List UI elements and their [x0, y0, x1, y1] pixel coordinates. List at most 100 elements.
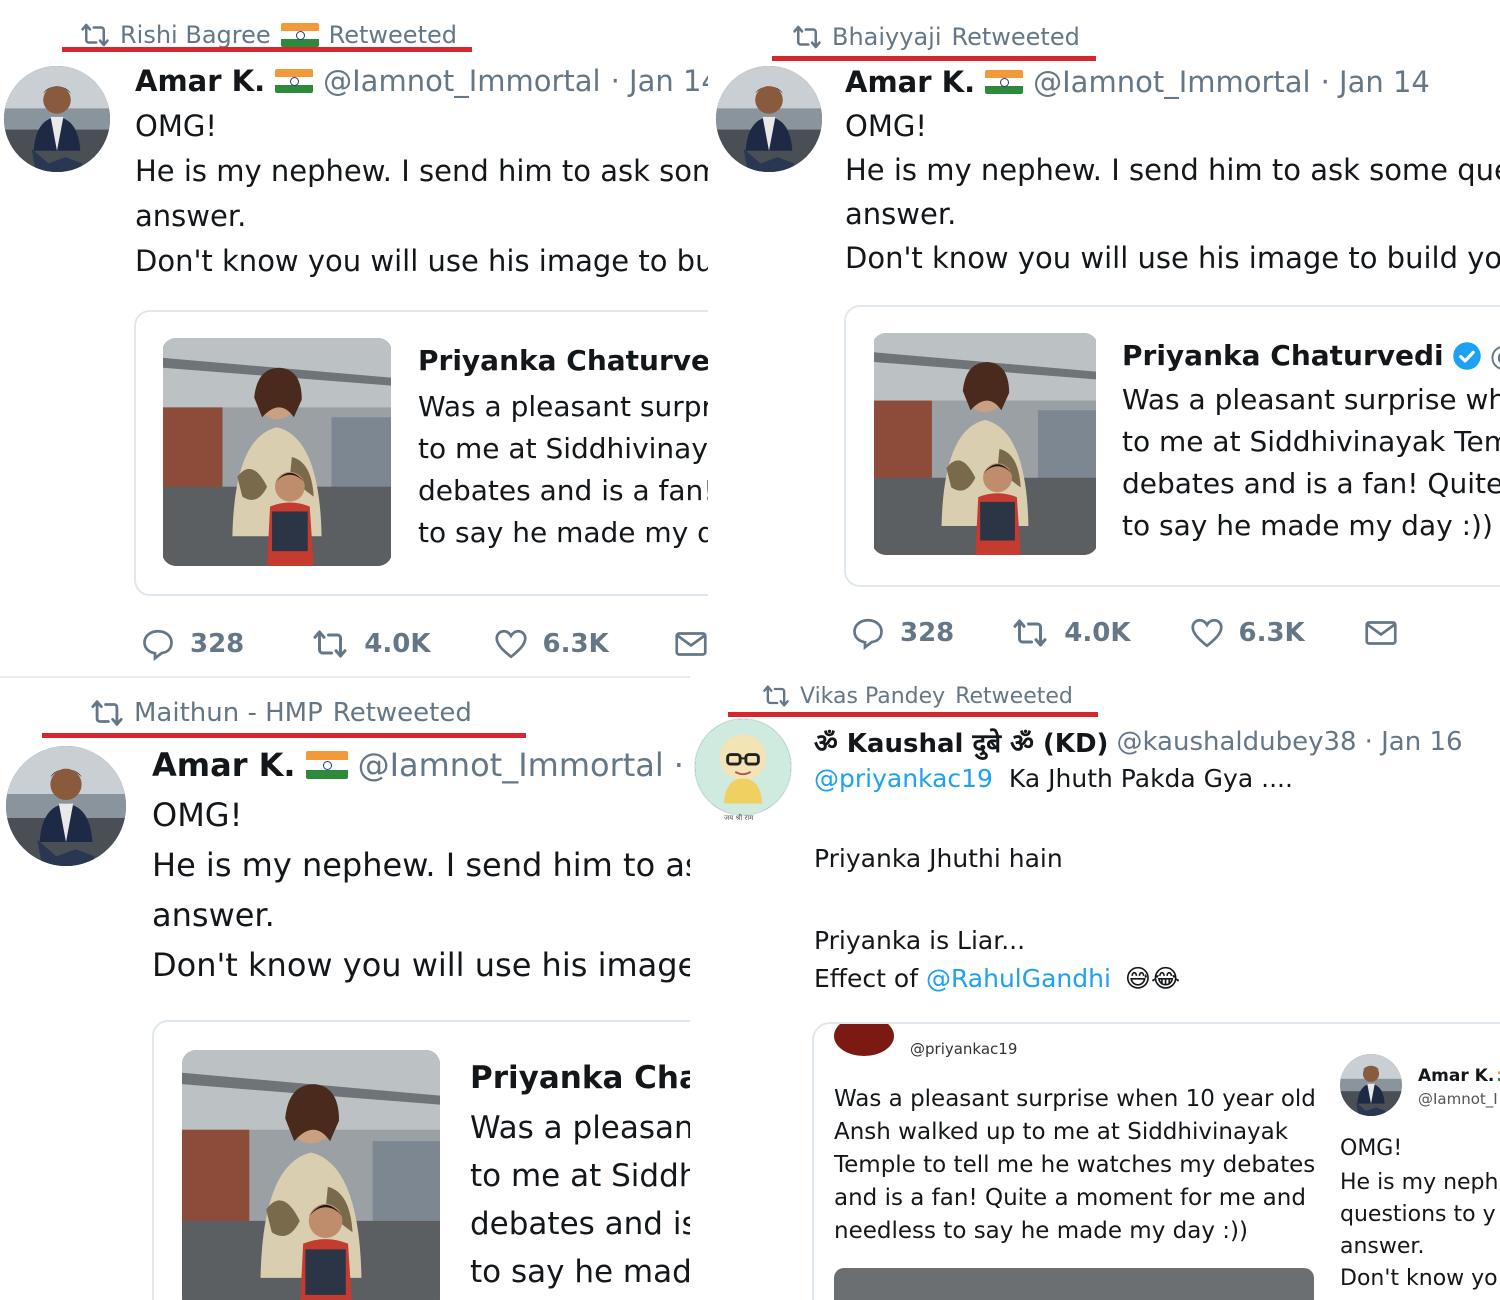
quoted-text-line: Was a pleasant surprise when 10 year old… — [418, 390, 708, 423]
india-flag-icon — [280, 23, 319, 47]
retweet-count: 4.0K — [1064, 618, 1131, 648]
tweet-text-line: answer. — [152, 896, 275, 934]
quoted-text-line: debates and is a fan! Quite a moment for… — [1122, 467, 1500, 500]
quoted-author-name[interactable]: Priyanka Chaturvedi — [1122, 339, 1444, 372]
tweet-date[interactable]: · Jan 14 — [1321, 65, 1430, 99]
embedded-handle: @priyankac19 — [910, 1040, 1018, 1058]
quoted-text-line: to me at Siddhivinayak Temple to tell me… — [418, 432, 708, 465]
avatar[interactable] — [694, 718, 792, 816]
message-icon — [673, 626, 708, 662]
tweet-date[interactable]: · Jan 14 — [611, 64, 708, 98]
divider — [0, 676, 690, 678]
retweet-icon — [310, 626, 350, 662]
author-handle[interactable]: @kaushaldubey38 — [1116, 727, 1356, 757]
tweet-date[interactable]: · J — [674, 746, 690, 784]
tweet-panel-bottom-left: Maithun - HMP Retweeted Amar K. @Iamnot_… — [0, 676, 690, 1300]
tweet-text-line: @priyankac19 Ka Jhuth Pakda Gya .... — [814, 764, 1293, 793]
quoted-tweet-card[interactable]: Priyanka Chaturvedi Was a pleasant surpr… — [134, 310, 708, 596]
message-icon — [1363, 615, 1399, 651]
retweet-context: Bhaiyyaji Retweeted — [792, 22, 1080, 52]
embedded-text-line: and is a fan! Quite a moment for me and — [834, 1185, 1306, 1211]
author-name[interactable]: ॐ Kaushal दुबे ॐ (KD) — [814, 724, 1108, 760]
emoji: 😅😂 — [1124, 964, 1181, 993]
retweet-suffix: Retweeted — [328, 21, 457, 49]
reply-count: 328 — [190, 629, 245, 659]
embedded-avatar — [834, 1024, 894, 1056]
quoted-tweet-photo[interactable] — [872, 333, 1098, 555]
quoted-text-line: Was a pleasant surprise when 10 year old… — [470, 1110, 690, 1146]
author-name[interactable]: Amar K. — [135, 64, 265, 98]
tweet-header: ॐ Kaushal दुबे ॐ (KD) @kaushaldubey38 · … — [814, 724, 1463, 760]
reply-button[interactable]: 328 — [850, 615, 954, 651]
embedded-text-line: He is my neph — [1340, 1170, 1499, 1195]
tweet-actions: 328 4.0K 6.3K — [850, 615, 1399, 651]
quoted-text-line: to say he made my day :)) — [470, 1254, 690, 1290]
quoted-text-line: to me at Siddhivinayak Temple to tell me… — [1122, 425, 1500, 458]
retweet-context: Vikas Pandey Retweeted — [762, 682, 1073, 710]
embedded-text-line: Was a pleasant surprise when 10 year old — [834, 1086, 1316, 1112]
reply-icon — [850, 615, 886, 651]
tweet-header: Amar K. @Iamnot_Immortal · Jan 14 — [135, 64, 708, 98]
reply-button[interactable]: 328 — [140, 626, 244, 662]
tweet-text-line: He is my nephew. I send him to ask some … — [135, 154, 708, 188]
retweet-button[interactable]: 4.0K — [310, 626, 431, 662]
author-handle[interactable]: @Iamnot_Immortal — [323, 64, 600, 98]
highlight-underline — [772, 56, 1096, 61]
tweet-text-line: OMG! — [152, 796, 243, 834]
like-icon — [493, 626, 529, 662]
tweet-text-line: Don't know you will use his image to bui… — [152, 946, 690, 984]
quoted-author: Priyanka Chaturvedi — [418, 344, 708, 377]
highlight-underline — [62, 47, 472, 52]
mention-link[interactable]: @RahulGandhi — [926, 964, 1111, 993]
message-button[interactable] — [673, 626, 708, 662]
quoted-text-line: Was a pleasant surprise when 10 year old… — [1122, 383, 1500, 416]
quoted-author: Priyanka Chaturvedi @priyankac19 — [1122, 339, 1500, 372]
avatar[interactable] — [6, 746, 126, 866]
reply-icon — [140, 626, 176, 662]
author-name[interactable]: Amar K. — [152, 746, 296, 784]
quoted-text-line: debates and is a fan! Quite a moment for… — [470, 1206, 690, 1242]
retweeter-name[interactable]: Bhaiyyaji — [832, 23, 942, 51]
retweet-context: Maithun - HMP Retweeted — [90, 696, 472, 730]
tweet-text-line: OMG! — [135, 109, 217, 143]
embedded-text-line: Ansh walked up to me at Siddhivinayak — [834, 1119, 1289, 1145]
retweet-icon — [90, 696, 124, 730]
retweeter-name[interactable]: Rishi Bagree — [120, 21, 271, 49]
message-button[interactable] — [1363, 615, 1399, 651]
quoted-tweet-card[interactable]: Priyanka Chaturvedi @priyankac19 Was a p… — [844, 305, 1500, 587]
tweet-text-line: He is my nephew. I send him to ask some … — [845, 153, 1500, 187]
india-flag-icon — [985, 70, 1024, 94]
quoted-author-handle[interactable]: @priyankac19 — [1490, 339, 1500, 372]
retweet-button[interactable]: 4.0K — [1010, 615, 1131, 651]
quoted-author-name[interactable]: Priyanka Chaturvedi — [470, 1060, 690, 1096]
like-button[interactable]: 6.3K — [493, 626, 609, 662]
highlight-underline — [728, 712, 1098, 717]
quoted-text-line: to say he made my day :)) — [418, 516, 708, 549]
tweet-text-line: Don't know you will use his image to bui… — [135, 244, 708, 278]
retweet-icon — [1010, 615, 1050, 651]
quoted-tweet-photo[interactable] — [162, 338, 392, 566]
tweet-panel-bottom-right: Vikas Pandey Retweeted जय श्री राम ॐ Kau… — [690, 676, 1500, 1300]
quoted-tweet-photo[interactable] — [182, 1050, 440, 1300]
author-handle[interactable]: @Iamnot_Immortal — [1033, 65, 1310, 99]
like-button[interactable]: 6.3K — [1189, 615, 1305, 651]
tweet-text-line: Priyanka Jhuthi hain — [814, 844, 1063, 873]
retweet-context: Rishi Bagree Retweeted — [80, 20, 457, 50]
like-icon — [1189, 615, 1225, 651]
avatar[interactable] — [4, 66, 110, 172]
tweet-date[interactable]: · Jan 16 — [1365, 727, 1463, 757]
embedded-author-handle: @Iamnot_I — [1418, 1090, 1498, 1108]
embedded-text-line: needless to say he made my day :)) — [834, 1218, 1248, 1244]
quoted-author-name[interactable]: Priyanka Chaturvedi — [418, 344, 708, 377]
retweet-suffix: Retweeted — [955, 683, 1073, 709]
embedded-text-line: Temple to tell me he watches my debates — [834, 1152, 1316, 1178]
mention-link[interactable]: @priyankac19 — [814, 764, 993, 793]
avatar[interactable] — [716, 66, 822, 172]
quoted-tweet-card[interactable]: Priyanka Chaturvedi Was a pleasant surpr… — [152, 1020, 690, 1300]
retweeter-name[interactable]: Vikas Pandey — [800, 684, 945, 709]
author-handle[interactable]: @Iamnot_Immortal — [358, 746, 664, 784]
embedded-avatar — [1340, 1054, 1402, 1116]
author-name[interactable]: Amar K. — [845, 65, 975, 99]
embedded-screenshot-card[interactable]: @priyankac19 Was a pleasant surprise whe… — [812, 1022, 1500, 1300]
retweeter-name[interactable]: Maithun - HMP — [134, 698, 323, 728]
